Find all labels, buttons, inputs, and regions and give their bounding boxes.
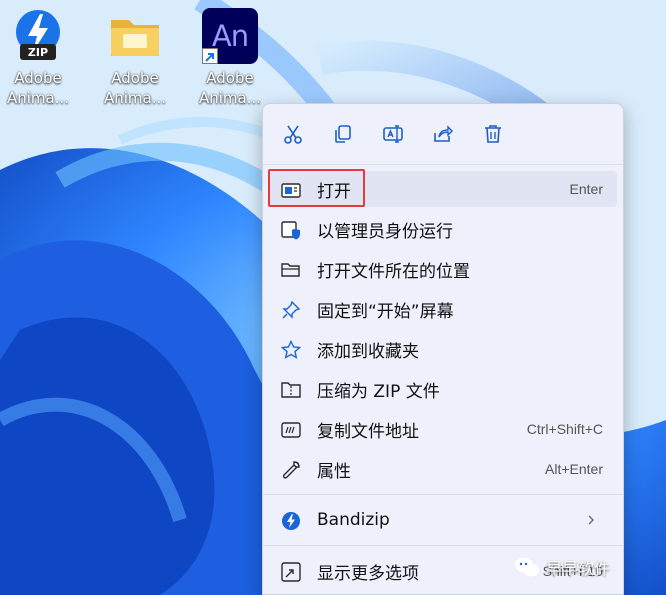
menu-item-label: 压缩为 ZIP 文件 [317,381,440,402]
separator [263,494,623,495]
share-button[interactable] [430,121,456,147]
more-options-icon [281,562,301,582]
watermark: 早早软件 [514,552,610,582]
menu-item-pin-to-start[interactable]: 固定到“开始”屏幕 [269,291,617,327]
menu-item-copy-path[interactable]: 复制文件地址 Ctrl+Shift+C [269,411,617,447]
menu-item-shortcut: Alt+Enter [545,461,603,477]
menu-item-label: 显示更多选项 [317,563,419,584]
watermark-text: 早早软件 [546,559,611,578]
bandizip-zip-icon: ZIP [10,8,66,64]
menu-item-label: 属性 [317,461,351,482]
desktop: ZIP Adobe Anima... Adobe Anima... An Ado… [0,0,666,595]
pin-icon [282,300,301,319]
wechat-icon [515,557,539,577]
desktop-icon-label: Adobe Anima... [198,69,262,107]
desktop-icon-label: Adobe Anima... [6,69,70,107]
desktop-icon-adobe-animate-zip[interactable]: ZIP Adobe Anima... [6,8,70,108]
menu-item-properties[interactable]: 属性 Alt+Enter [269,451,617,487]
rename-button[interactable] [380,121,406,147]
copy-path-icon [281,422,301,438]
menu-item-label: 添加到收藏夹 [317,341,419,362]
desktop-icon-adobe-animate-folder[interactable]: Adobe Anima... [103,8,167,108]
copy-button[interactable] [330,121,356,147]
menu-item-label: 复制文件地址 [317,421,419,442]
shortcut-arrow-icon [202,48,218,64]
context-menu-toolbar [263,104,623,164]
folder-icon [107,8,163,64]
copy-icon [335,125,351,143]
menu-item-label: 固定到“开始”屏幕 [317,301,454,322]
desktop-icon-adobe-animate-shortcut[interactable]: An Adobe Anima... [198,8,262,108]
desktop-icon-label: Adobe Anima... [103,69,167,107]
share-icon [434,125,453,142]
menu-item-bandizip[interactable]: Bandizip [269,502,617,538]
zip-folder-icon [281,382,301,398]
menu-item-label: 以管理员身份运行 [317,221,453,242]
separator [263,164,623,165]
folder-open-icon [281,263,300,277]
admin-shield-icon [281,221,300,240]
bandizip-icon [282,512,300,530]
cut-button[interactable] [280,121,306,147]
menu-item-shortcut: Enter [569,181,603,197]
highlight-annotation-box [268,169,365,207]
rename-icon [383,125,403,143]
menu-item-add-to-favorites[interactable]: 添加到收藏夹 [269,331,617,367]
delete-button[interactable] [480,121,506,147]
menu-item-open-file-location[interactable]: 打开文件所在的位置 [269,251,617,287]
cut-icon [284,125,302,144]
delete-icon [485,125,501,143]
menu-item-shortcut: Ctrl+Shift+C [526,421,603,437]
menu-item-label: 打开文件所在的位置 [317,261,470,282]
menu-item-compress-zip[interactable]: 压缩为 ZIP 文件 [269,371,617,407]
separator [263,545,623,546]
wrench-icon [282,461,300,479]
menu-item-label: Bandizip [317,510,390,530]
menu-item-run-as-admin[interactable]: 以管理员身份运行 [269,211,617,247]
chevron-right-icon [588,515,594,525]
adobe-animate-icon: An [202,8,258,64]
zip-badge-text: ZIP [28,46,48,59]
star-icon [281,340,301,359]
